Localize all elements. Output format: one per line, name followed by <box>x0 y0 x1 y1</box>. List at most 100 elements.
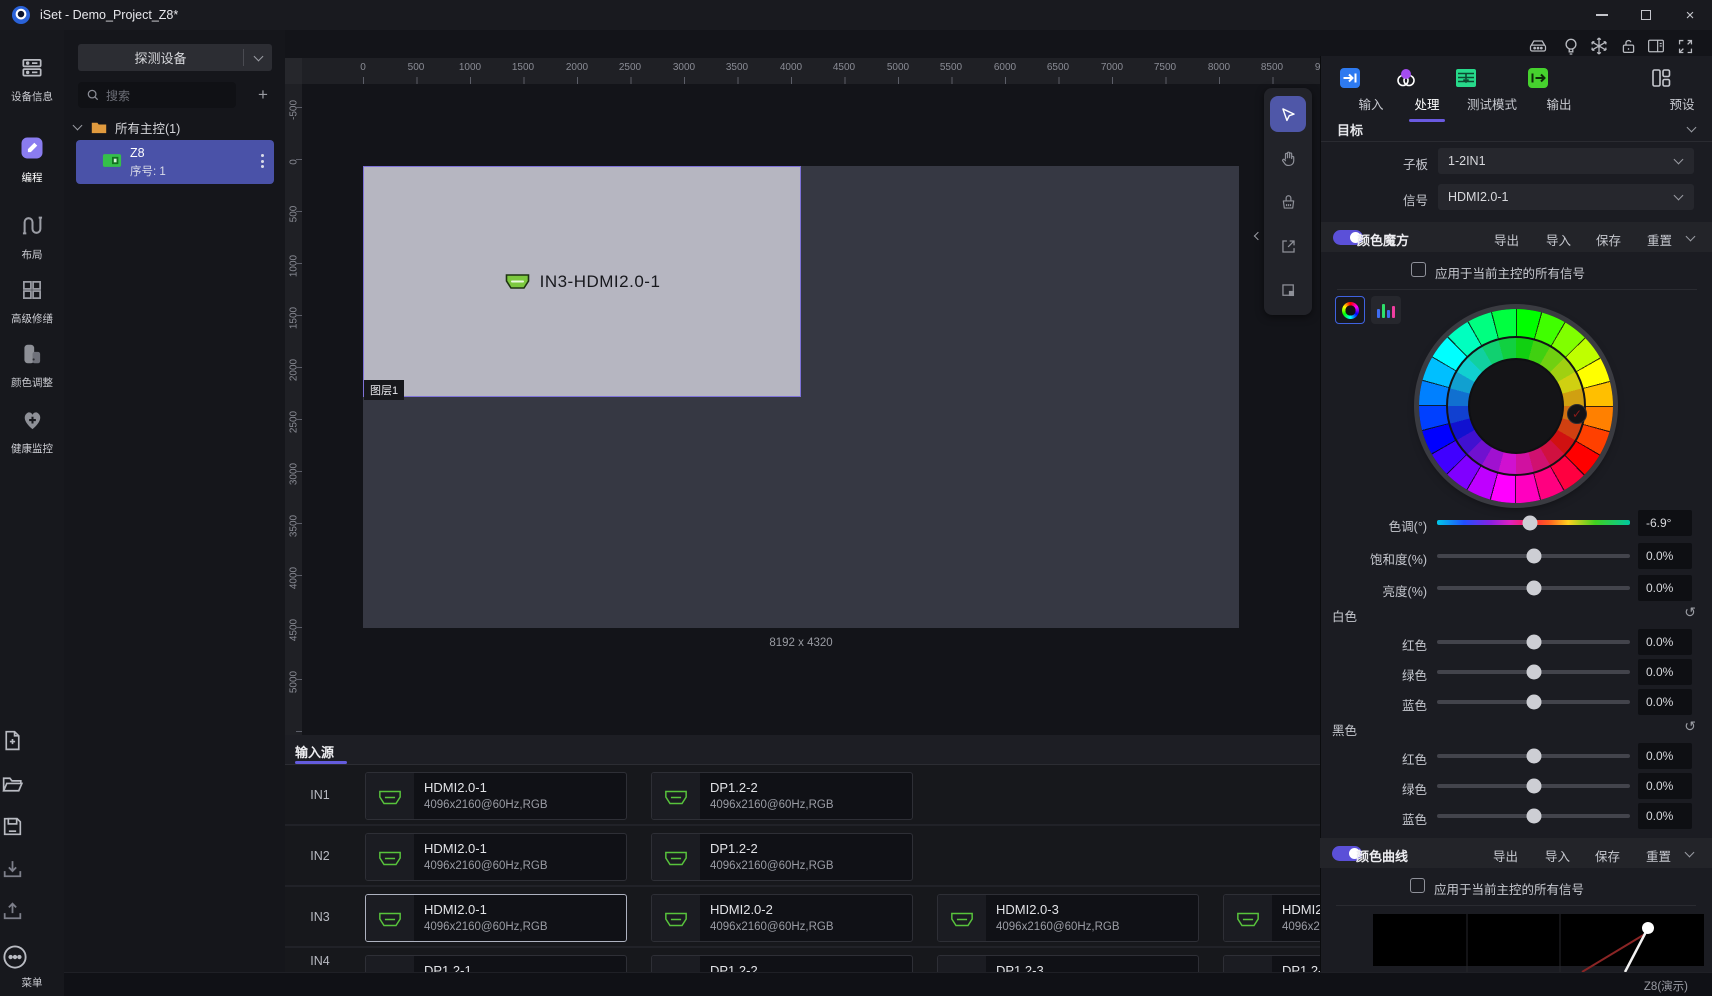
tab-preset[interactable]: 预设 <box>1649 66 1712 113</box>
hue-marker-icon[interactable]: ✓ <box>1567 404 1587 424</box>
color-wheel[interactable]: ✓ <box>1419 309 1613 503</box>
hand-icon <box>1279 149 1298 168</box>
source-card[interactable]: DP1.2-2 4096x2160@60Hz,RGB <box>651 833 913 881</box>
sidebar-item-color-adjust[interactable]: 颜色调整 <box>0 341 64 390</box>
reset-button[interactable]: 重置 <box>1647 230 1672 249</box>
connector-icon <box>938 956 986 972</box>
reset-white-icon[interactable]: ↺ <box>1684 604 1696 621</box>
black-blue-slider-row: 蓝色 0.0% <box>1320 803 1712 829</box>
maximize-button[interactable] <box>1624 0 1668 30</box>
panel-layout-icon[interactable] <box>1646 37 1666 55</box>
save-project-button[interactable] <box>0 814 64 839</box>
sidebar-item-layout[interactable]: 布局 <box>0 212 64 262</box>
apply-all-checkbox[interactable] <box>1410 878 1425 893</box>
chevron-down-icon[interactable] <box>244 51 272 61</box>
source-card[interactable]: HDMI2.0-3 4096x2160@60Hz,RGB <box>937 894 1199 942</box>
reset-black-icon[interactable]: ↺ <box>1684 718 1696 735</box>
ruler-vertical: -500 0 500 1000 1500 2000 2500 3000 3500… <box>285 84 302 735</box>
add-device-button[interactable]: + <box>250 82 276 108</box>
source-card-selected[interactable]: HDMI2.0-1 4096x2160@60Hz,RGB <box>365 894 627 942</box>
clear-tool-button[interactable] <box>1270 184 1306 220</box>
tab-process[interactable]: 处理 <box>1394 66 1460 122</box>
tab-test-pattern[interactable]: 测试模式 <box>1454 66 1530 113</box>
board-select[interactable]: 1-2IN1 <box>1438 148 1694 174</box>
source-card[interactable]: DP1.2-1 <box>365 955 627 972</box>
bulb-icon[interactable] <box>1561 37 1581 55</box>
canvas-tool-palette <box>1264 88 1312 315</box>
save-button[interactable]: 保存 <box>1596 230 1621 249</box>
source-card[interactable]: HDMI2.0-2 4096x2160@60Hz,RGB <box>651 894 913 942</box>
source-card[interactable]: DP1.2-2 <box>651 955 913 972</box>
fullscreen-icon[interactable] <box>1675 37 1695 55</box>
app-window: iSet - Demo_Project_Z8* × 设备信息 编程 布局 高级修… <box>0 0 1712 996</box>
resize-tool-button[interactable] <box>1270 228 1306 264</box>
input-row-in4: IN4 DP1.2-1 DP1.2-2 DP1.2-3 DP1.2-4 <box>285 949 1320 972</box>
black-blue-slider[interactable] <box>1437 808 1630 824</box>
tab-input-sources[interactable]: 输入源 <box>295 742 334 761</box>
white-blue-slider-row: 蓝色 0.0% <box>1320 689 1712 715</box>
save-button[interactable]: 保存 <box>1595 846 1620 865</box>
input-row-in3: IN3 HDMI2.0-1 4096x2160@60Hz,RGB HDMI2.0-… <box>285 888 1320 948</box>
brightness-slider[interactable] <box>1437 580 1630 596</box>
target-section-header[interactable]: 目标 <box>1321 114 1712 142</box>
source-card[interactable]: DP1.2-3 <box>937 955 1199 972</box>
tree-expand-icon[interactable] <box>72 120 83 131</box>
tab-output[interactable]: 输出 <box>1526 66 1592 113</box>
import-button[interactable]: 导入 <box>1545 846 1570 865</box>
source-card[interactable]: HDMI2.0-1 4096x2160@60Hz,RGB <box>365 833 627 881</box>
freeze-icon[interactable] <box>1589 37 1609 55</box>
detect-devices-button[interactable]: 探测设备 <box>78 44 272 71</box>
histogram-mode-button[interactable] <box>1371 296 1401 324</box>
signal-select[interactable]: HDMI2.0-1 <box>1438 184 1694 210</box>
chevron-down-icon[interactable] <box>1684 847 1695 858</box>
white-red-slider[interactable] <box>1437 634 1630 650</box>
export-button[interactable]: 导出 <box>1494 230 1519 249</box>
device-item-z8[interactable]: Z8 序号: 1 <box>76 140 274 184</box>
white-blue-slider[interactable] <box>1437 694 1630 710</box>
import-button[interactable]: 导入 <box>1546 230 1571 249</box>
chevron-down-icon[interactable] <box>1685 231 1696 242</box>
saturation-slider[interactable] <box>1437 548 1630 564</box>
menu-button[interactable]: 菜单 <box>0 942 64 990</box>
import-button[interactable] <box>0 857 64 882</box>
export-button[interactable] <box>0 899 64 924</box>
saturation-value[interactable]: 0.0% <box>1638 543 1692 569</box>
wheel-mode-button[interactable] <box>1335 296 1365 324</box>
palette-collapse-icon[interactable] <box>1253 228 1265 244</box>
black-red-slider[interactable] <box>1437 748 1630 764</box>
hue-value[interactable]: -6.9° <box>1638 510 1692 536</box>
device-toolbar-icon[interactable] <box>1528 37 1548 55</box>
layer-rect[interactable]: IN3-HDMI2.0-1 <box>363 166 801 397</box>
histogram-icon <box>1377 303 1395 318</box>
sidebar-item-programming[interactable]: 编程 <box>0 134 64 185</box>
source-card[interactable]: DP1.2-2 4096x2160@60Hz,RGB <box>651 772 913 820</box>
sidebar-item-health-monitor[interactable]: 健康监控 <box>0 406 64 456</box>
select-tool-button[interactable] <box>1270 96 1306 132</box>
sidebar-item-advanced-repair[interactable]: 高级修缮 <box>0 277 64 326</box>
pan-tool-button[interactable] <box>1270 140 1306 176</box>
open-project-button[interactable] <box>0 772 64 797</box>
close-button[interactable]: × <box>1668 0 1712 30</box>
hue-slider-row: 色调(°) -6.9° <box>1320 510 1712 536</box>
source-card[interactable]: HDMI2.0-1 4096x2160@60Hz,RGB <box>365 772 627 820</box>
export-button[interactable]: 导出 <box>1493 846 1518 865</box>
input-panel-header: 输入源 <box>285 735 1320 765</box>
curve-editor[interactable] <box>1373 914 1704 972</box>
new-file-button[interactable] <box>0 728 64 753</box>
reset-button[interactable]: 重置 <box>1646 846 1671 865</box>
source-card[interactable]: DP1.2-4 <box>1223 955 1320 972</box>
white-green-slider[interactable] <box>1437 664 1630 680</box>
black-green-slider[interactable] <box>1437 778 1630 794</box>
lock-icon[interactable] <box>1618 37 1638 55</box>
layer-tool-button[interactable] <box>1270 272 1306 308</box>
programming-icon <box>18 134 46 162</box>
hue-slider[interactable] <box>1437 515 1630 530</box>
minimize-button[interactable] <box>1580 0 1624 30</box>
apply-all-checkbox[interactable] <box>1411 262 1426 277</box>
search-input[interactable]: 搜索 <box>78 82 236 108</box>
sidebar-item-device-info[interactable]: 设备信息 <box>0 55 64 104</box>
tree-root-row[interactable]: 所有主控(1) <box>72 118 180 136</box>
brightness-value[interactable]: 0.0% <box>1638 575 1692 601</box>
source-card[interactable]: HDMI2.0-44096x2160@60Hz,RGB <box>1223 894 1320 942</box>
device-more-icon[interactable] <box>261 154 264 168</box>
